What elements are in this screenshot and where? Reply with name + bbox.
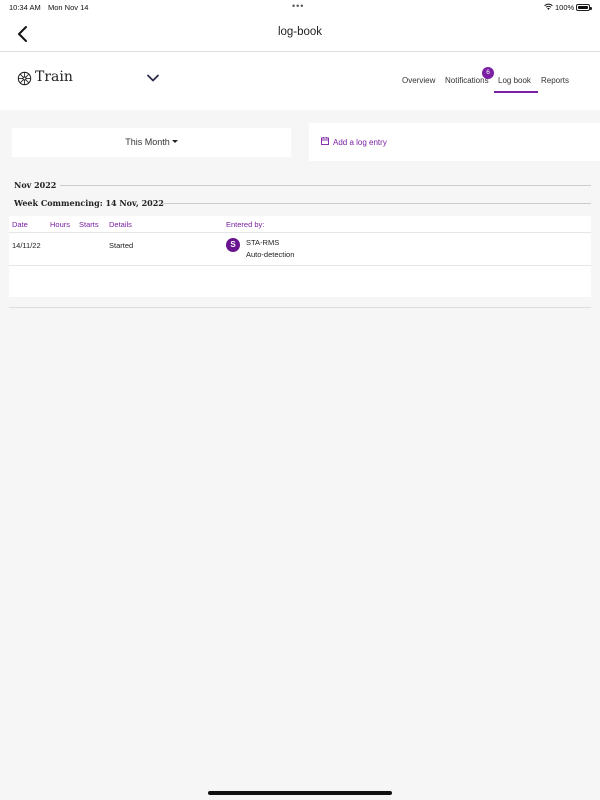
log-table: Date Hours Starts Details Entered by: 14… xyxy=(9,216,591,297)
tab-log-book[interactable]: Log book xyxy=(498,76,531,85)
status-date: Mon Nov 14 xyxy=(48,3,89,12)
battery-icon xyxy=(576,4,592,11)
divider xyxy=(162,203,591,204)
multitasking-dots-icon[interactable]: ••• xyxy=(292,1,304,11)
row-divider xyxy=(9,265,591,266)
divider xyxy=(60,185,591,186)
calendar-icon xyxy=(321,137,329,145)
battery-percent: 100% xyxy=(555,3,575,12)
active-tab-indicator xyxy=(494,91,538,93)
tab-bar: Overview Notifications 6 Log book Report… xyxy=(0,67,600,98)
column-header-starts: Starts xyxy=(79,220,99,229)
divider xyxy=(9,307,591,308)
status-bar: 10:34 AM Mon Nov 14 ••• 100% xyxy=(0,0,600,14)
column-header-hours: Hours xyxy=(50,220,71,229)
week-heading: Week Commencing: 14 Nov, 2022 xyxy=(14,198,164,208)
period-filter-dropdown[interactable]: This Month xyxy=(12,128,291,157)
tab-notifications[interactable]: Notifications xyxy=(445,76,489,85)
add-log-entry-button[interactable]: Add a log entry xyxy=(309,123,600,161)
avatar: S xyxy=(226,238,240,252)
caret-down-icon xyxy=(171,140,178,144)
tab-overview[interactable]: Overview xyxy=(402,76,435,85)
row-details: Started xyxy=(109,241,134,250)
status-time: 10:34 AM xyxy=(9,3,41,12)
header-divider xyxy=(9,232,591,233)
page-title: log-book xyxy=(277,26,323,38)
column-header-date: Date xyxy=(12,220,28,229)
asset-header: Train Overview Notifications 6 Log book … xyxy=(0,52,600,110)
row-entered-by: STA-RMS xyxy=(246,238,280,247)
add-log-entry-label: Add a log entry xyxy=(333,138,387,147)
wifi-icon xyxy=(544,3,553,10)
month-heading: Nov 2022 xyxy=(14,180,57,190)
period-filter-label: This Month xyxy=(125,137,170,147)
row-date: 14/11/22 xyxy=(12,241,41,250)
column-header-details: Details xyxy=(109,220,132,229)
home-indicator[interactable] xyxy=(208,791,392,795)
row-entered-by-source: Auto-detection xyxy=(246,250,295,259)
column-header-entered-by: Entered by: xyxy=(226,220,265,229)
notifications-count-badge: 6 xyxy=(482,67,494,79)
nav-bar: log-book xyxy=(0,14,600,52)
tab-reports[interactable]: Reports xyxy=(541,76,569,85)
